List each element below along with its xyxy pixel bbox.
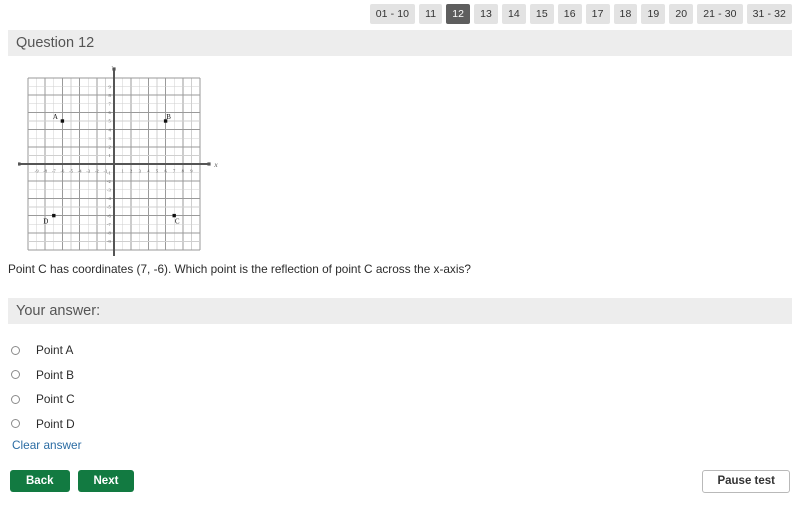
y-axis-label: y (111, 66, 116, 67)
coordinate-plane-figure: xy-9-8-7-6-5-4-3-2-1123456789-9-8-7-6-5-… (18, 66, 218, 256)
radio-button-icon[interactable] (11, 370, 20, 380)
nav-chip-21-30[interactable]: 21 - 30 (697, 3, 743, 25)
y-axis-arrow-cap (112, 67, 116, 71)
your-answer-label: Your answer: (16, 302, 101, 319)
page-title: Question 12 (16, 35, 95, 51)
answer-options-list: Point A Point B Point C Point D (8, 338, 800, 436)
your-answer-bar: Your answer: (8, 297, 792, 324)
nav-chip-11[interactable]: 11 (419, 3, 443, 25)
nav-chip-13[interactable]: 13 (474, 3, 498, 25)
back-button[interactable]: Back (10, 470, 70, 492)
nav-chip-15[interactable]: 15 (529, 3, 554, 25)
nav-chip-12[interactable]: 12 (446, 3, 471, 25)
answer-option-label: Point A (36, 343, 74, 358)
data-point-label-a: A (53, 113, 58, 121)
data-point-label-c: C (175, 218, 180, 226)
answer-option-point-c[interactable]: Point C (8, 387, 800, 412)
nav-chip-31-32[interactable]: 31 - 32 (746, 3, 792, 25)
nav-chip-20[interactable]: 20 (669, 3, 694, 25)
x-axis-arrow-cap (18, 162, 21, 166)
nav-chip-01-10[interactable]: 01 - 10 (369, 3, 416, 25)
radio-button-icon[interactable] (11, 345, 20, 355)
clear-answer-link[interactable]: Clear answer (12, 438, 82, 452)
coordinate-plane-svg: xy-9-8-7-6-5-4-3-2-1123456789-9-8-7-6-5-… (18, 66, 218, 256)
footer-left-group: Back Next (10, 470, 135, 492)
pause-test-button[interactable]: Pause test (702, 469, 790, 493)
answer-option-label: Point D (36, 416, 75, 431)
answer-option-label: Point B (36, 367, 75, 382)
question-nav: 01 - 10 11 12 13 14 15 16 17 18 19 20 21 - 30 31 - 3… (0, 0, 800, 25)
question-text: Point C has coordinates (7, -6). Which p… (8, 262, 471, 276)
nav-chip-19[interactable]: 19 (641, 3, 666, 25)
answer-option-point-a[interactable]: Point A (8, 338, 800, 363)
radio-button-icon[interactable] (11, 419, 20, 429)
nav-chip-14[interactable]: 14 (501, 3, 526, 25)
data-point-label-b: B (166, 113, 171, 121)
data-point-a (60, 119, 65, 123)
answer-option-point-b[interactable]: Point B (8, 362, 800, 387)
x-axis-label: x (213, 160, 218, 169)
radio-button-icon[interactable] (11, 394, 20, 404)
answer-option-label: Point C (36, 392, 75, 407)
x-axis-arrow-cap (207, 162, 211, 166)
question-title-bar: Question 12 (8, 30, 792, 56)
answer-option-point-d[interactable]: Point D (8, 411, 800, 436)
next-button[interactable]: Next (77, 470, 135, 492)
nav-chip-16[interactable]: 16 (557, 3, 582, 25)
nav-chip-18[interactable]: 18 (613, 3, 638, 25)
data-point-label-d: D (43, 218, 48, 226)
nav-chip-17[interactable]: 17 (585, 3, 610, 25)
footer-toolbar: Back Next Pause test (0, 466, 800, 496)
data-point-d (52, 213, 56, 218)
